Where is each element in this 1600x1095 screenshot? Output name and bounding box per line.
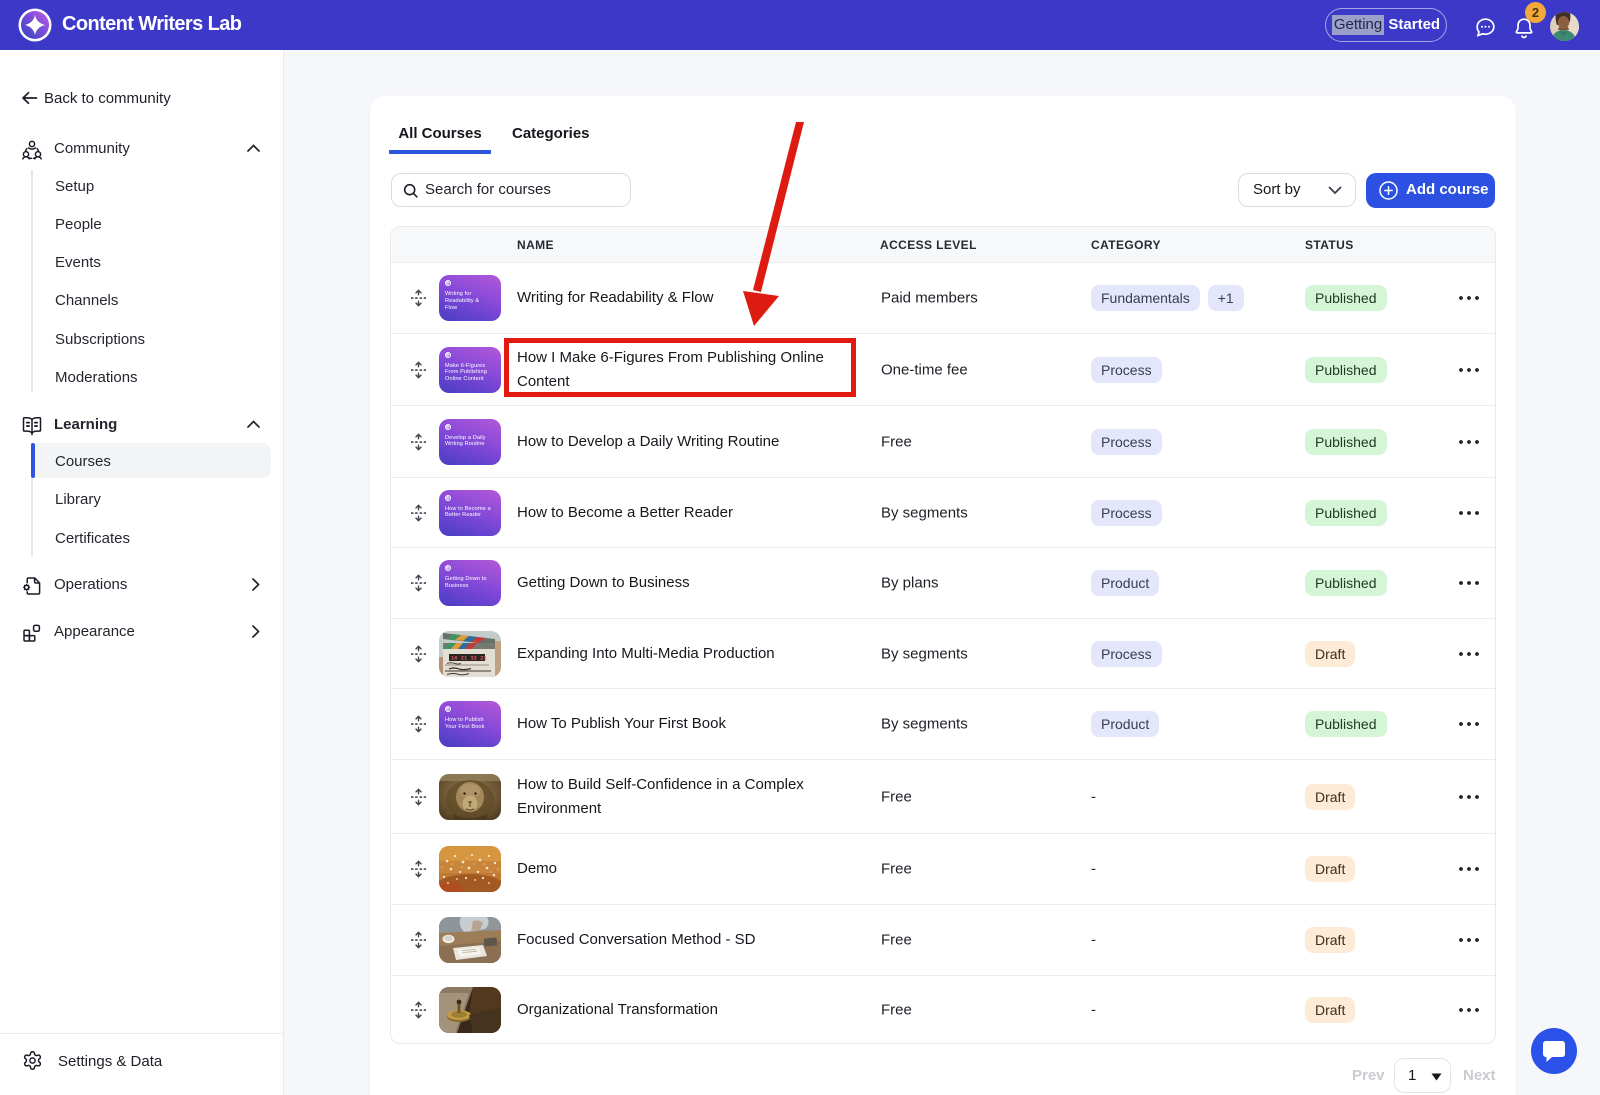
svg-text:16 21 32 21: 16 21 32 21 (451, 655, 487, 661)
